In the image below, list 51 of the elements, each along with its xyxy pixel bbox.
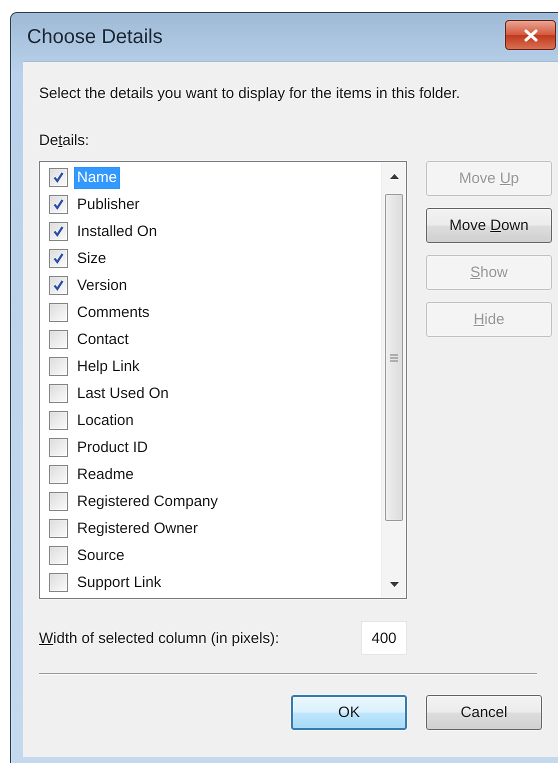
scroll-up-icon[interactable] xyxy=(390,174,398,178)
checkmark-icon xyxy=(53,253,64,264)
detail-item[interactable]: Size xyxy=(74,248,110,270)
checkbox[interactable] xyxy=(49,519,68,538)
window-title: Choose Details xyxy=(26,26,163,48)
grip-icon xyxy=(390,354,398,362)
checkbox[interactable] xyxy=(49,249,68,268)
checkbox[interactable] xyxy=(49,168,68,187)
instructions-text: Select the details you want to display for the items in this folder. xyxy=(39,84,462,104)
checkmark-icon xyxy=(53,199,64,210)
detail-item[interactable]: Source xyxy=(74,544,128,566)
detail-item[interactable]: Support Link xyxy=(74,572,164,594)
checkbox[interactable] xyxy=(49,546,68,565)
checkbox[interactable] xyxy=(49,222,68,241)
checkbox[interactable] xyxy=(49,573,68,592)
checkbox[interactable] xyxy=(49,438,68,457)
detail-item[interactable]: Location xyxy=(74,410,137,432)
checkbox[interactable] xyxy=(49,276,68,295)
checkbox[interactable] xyxy=(49,195,68,214)
checkbox[interactable] xyxy=(49,330,68,349)
detail-item[interactable]: Publisher xyxy=(74,194,143,216)
details-label: Details: xyxy=(39,132,90,149)
detail-item[interactable]: Product ID xyxy=(74,436,151,458)
dialog-button[interactable]: OK xyxy=(291,695,407,730)
checkmark-icon xyxy=(53,226,64,237)
checkbox[interactable] xyxy=(49,357,68,376)
checkbox[interactable] xyxy=(49,492,68,511)
checkmark-icon xyxy=(53,280,64,291)
close-button[interactable] xyxy=(505,20,556,50)
checkbox[interactable] xyxy=(49,303,68,322)
detail-item[interactable]: Readme xyxy=(74,464,137,486)
command-button[interactable]: Move Down xyxy=(426,208,552,243)
detail-item[interactable]: Last Used On xyxy=(74,382,172,404)
checkbox[interactable] xyxy=(49,411,68,430)
checkmark-icon xyxy=(53,172,64,183)
detail-item[interactable]: Installed On xyxy=(74,220,160,242)
detail-item[interactable]: Comments xyxy=(74,302,153,324)
detail-item[interactable]: Registered Company xyxy=(74,490,221,512)
scroll-thumb[interactable] xyxy=(385,194,403,521)
width-input[interactable]: 400 xyxy=(361,621,407,655)
checkbox[interactable] xyxy=(49,465,68,484)
detail-item[interactable]: Help Link xyxy=(74,356,143,378)
detail-item[interactable]: Contact xyxy=(74,328,132,350)
checkbox[interactable] xyxy=(49,384,68,403)
close-icon xyxy=(524,28,538,42)
width-label: Width of selected column (in pixels): xyxy=(39,630,280,646)
detail-item[interactable]: Registered Owner xyxy=(74,518,201,540)
scrollbar[interactable] xyxy=(381,162,406,598)
scroll-down-icon[interactable] xyxy=(390,582,398,586)
detail-item[interactable]: Version xyxy=(74,274,130,296)
dialog-button[interactable]: Cancel xyxy=(426,695,542,730)
